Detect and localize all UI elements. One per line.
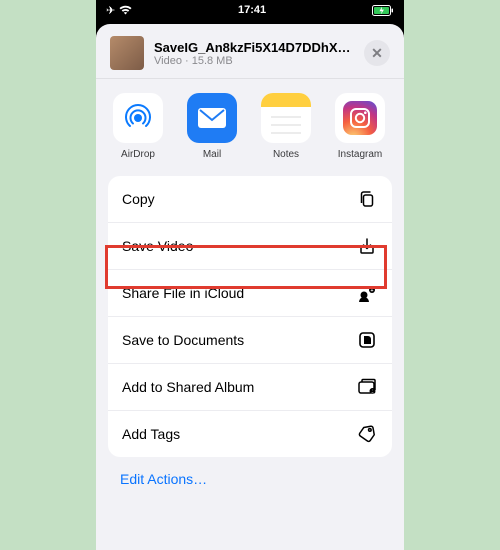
file-info: SaveIG_An8kzFi5X14D7DDhXM... Video · 15.… [154,40,354,67]
app-label: AirDrop [110,149,166,160]
airdrop-icon [113,93,163,143]
tag-icon [356,423,378,445]
svg-text:+: + [371,288,374,294]
action-label: Save to Documents [122,332,244,348]
app-label: Instagram [332,149,388,160]
app-airdrop[interactable]: AirDrop [110,93,166,160]
copy-icon [356,188,378,210]
airplane-icon: ✈ [106,4,115,17]
action-label: Share File in iCloud [122,285,244,301]
app-row[interactable]: AirDrop Mail [96,79,404,176]
phone-frame: ✈ 17:41 SaveIG_An8kzFi5X14D7DDhXM... [96,0,404,550]
download-icon [356,235,378,257]
action-share-icloud[interactable]: Share File in iCloud + [108,269,392,316]
file-subtitle: Video · 15.8 MB [154,55,354,67]
sheet-header: SaveIG_An8kzFi5X14D7DDhXM... Video · 15.… [96,24,404,78]
close-icon: ✕ [371,45,383,62]
file-thumbnail [110,36,144,70]
wifi-icon [119,5,132,15]
documents-icon [356,329,378,351]
status-left: ✈ [106,4,132,17]
app-mail[interactable]: Mail [184,93,240,160]
action-label: Copy [122,191,155,207]
icloud-share-icon: + [356,282,378,304]
action-save-video[interactable]: Save Video [108,222,392,269]
close-button[interactable]: ✕ [364,40,390,66]
battery-icon [372,5,394,16]
status-bar: ✈ 17:41 [96,0,404,20]
action-add-tags[interactable]: Add Tags [108,410,392,457]
app-label: Mail [184,149,240,160]
instagram-icon [335,93,385,143]
status-time: 17:41 [238,4,266,16]
app-instagram[interactable]: Instagram [332,93,388,160]
action-add-shared-album[interactable]: Add to Shared Album [108,363,392,410]
action-copy[interactable]: Copy [108,176,392,222]
share-sheet: SaveIG_An8kzFi5X14D7DDhXM... Video · 15.… [96,24,404,550]
file-name: SaveIG_An8kzFi5X14D7DDhXM... [154,40,354,55]
action-label: Add to Shared Album [122,379,254,395]
shared-album-icon [356,376,378,398]
app-notes[interactable]: Notes [258,93,314,160]
app-label: Notes [258,149,314,160]
action-save-documents[interactable]: Save to Documents [108,316,392,363]
action-label: Save Video [122,238,193,254]
action-label: Add Tags [122,426,180,442]
notes-icon [261,93,311,143]
status-right [372,5,394,16]
edit-actions-link[interactable]: Edit Actions… [96,457,404,501]
mail-icon [187,93,237,143]
actions-list: Copy Save Video Share [108,176,392,457]
